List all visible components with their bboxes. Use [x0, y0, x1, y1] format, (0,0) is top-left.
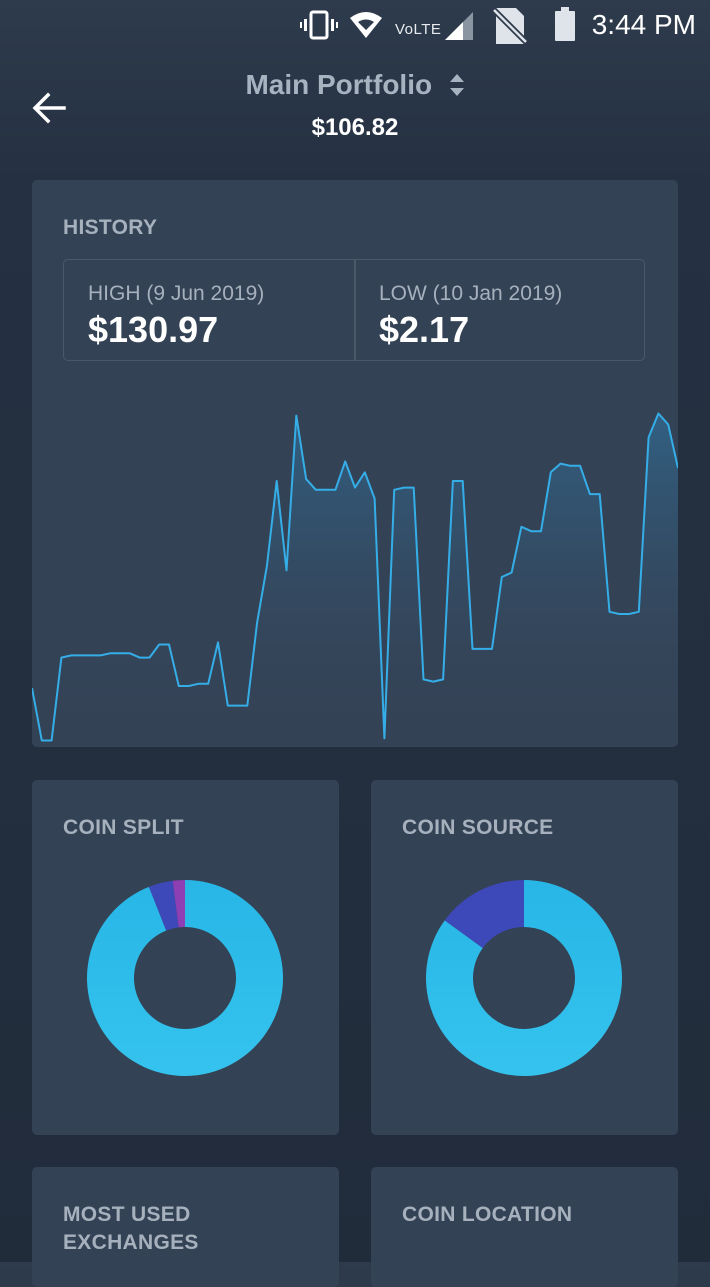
divider — [354, 260, 356, 360]
status-bar: VoLTE 3:44 PM — [0, 0, 710, 52]
coin-location-card[interactable]: COIN LOCATION — [371, 1167, 678, 1287]
coin-source-card[interactable]: COIN SOURCE — [371, 780, 678, 1135]
most-used-exchanges-title-line1: MOST USED — [63, 1203, 191, 1226]
low-label: LOW (10 Jan 2019) — [379, 282, 563, 305]
portfolio-selector[interactable]: Main Portfolio — [0, 69, 710, 101]
coin-split-donut — [87, 880, 283, 1076]
history-area — [32, 413, 678, 747]
battery-icon — [555, 7, 575, 41]
network-label: VoLTE — [395, 21, 442, 38]
history-title: HISTORY — [63, 216, 158, 239]
coin-source-donut — [426, 880, 622, 1076]
header: Main Portfolio $106.82 — [0, 52, 710, 162]
low-value: $2.17 — [379, 309, 470, 350]
coin-split-card[interactable]: COIN SPLIT — [32, 780, 339, 1135]
portfolio-title: Main Portfolio — [245, 69, 433, 100]
coin-source-title: COIN SOURCE — [402, 816, 554, 839]
clock: 3:44 PM — [591, 9, 696, 40]
low-cell: LOW (10 Jan 2019) $2.17 — [379, 282, 562, 350]
sort-up-down-icon — [449, 74, 464, 96]
vibrate-icon — [300, 10, 338, 40]
most-used-exchanges-title-line2: EXCHANGES — [63, 1231, 199, 1254]
coin-location-title: COIN LOCATION — [402, 1203, 573, 1226]
history-card: HISTORY HIGH (9 Jun 2019) $130.97 LOW (1… — [32, 180, 678, 747]
high-low-box: HIGH (9 Jun 2019) $130.97 LOW (10 Jan 20… — [63, 259, 645, 361]
most-used-exchanges-card[interactable]: MOST USED EXCHANGES — [32, 1167, 339, 1287]
high-value: $130.97 — [88, 309, 219, 350]
signal-icon — [445, 12, 473, 40]
high-cell: HIGH (9 Jun 2019) $130.97 — [88, 282, 264, 350]
coin-split-title: COIN SPLIT — [63, 816, 184, 839]
portfolio-value: $106.82 — [311, 114, 399, 141]
high-label: HIGH (9 Jun 2019) — [88, 282, 265, 305]
no-sim-icon — [492, 7, 528, 45]
wifi-icon — [350, 12, 382, 38]
